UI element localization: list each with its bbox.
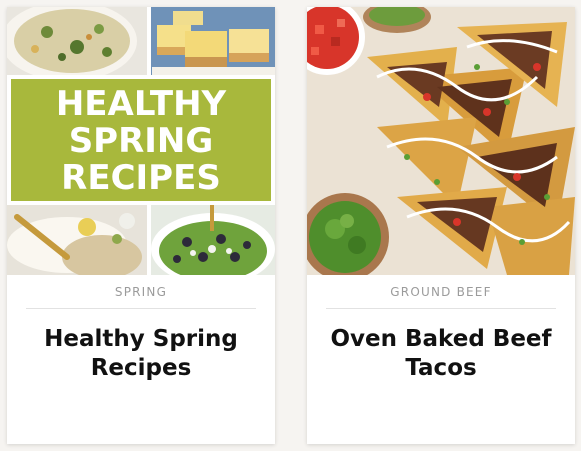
recipe-card-healthy-spring[interactable]: HEALTHY SPRING RECIPES SPRING Healthy Sp…: [7, 7, 275, 444]
recipe-card-image[interactable]: HEALTHY SPRING RECIPES: [7, 7, 275, 275]
image-text-line-1: HEALTHY: [56, 84, 227, 124]
recipe-card-image[interactable]: [307, 7, 575, 275]
recipe-title[interactable]: Oven Baked Beef Tacos: [317, 325, 565, 383]
recipe-category[interactable]: GROUND BEEF: [307, 285, 575, 299]
image-text-line-3: RECIPES: [61, 158, 221, 198]
recipe-card-oven-baked-beef-tacos[interactable]: GROUND BEEF Oven Baked Beef Tacos: [307, 7, 575, 444]
lemon-bars-photo: [151, 7, 275, 77]
image-text-line-2: SPRING: [69, 121, 214, 161]
edamame-salad-photo: [151, 205, 275, 275]
recipe-category[interactable]: SPRING: [7, 285, 275, 299]
orzo-salad-photo: [7, 7, 147, 81]
recipe-title[interactable]: Healthy Spring Recipes: [17, 325, 265, 383]
card-divider: [26, 308, 256, 309]
spring-salad-photo: [7, 205, 147, 275]
card-divider: [326, 308, 556, 309]
